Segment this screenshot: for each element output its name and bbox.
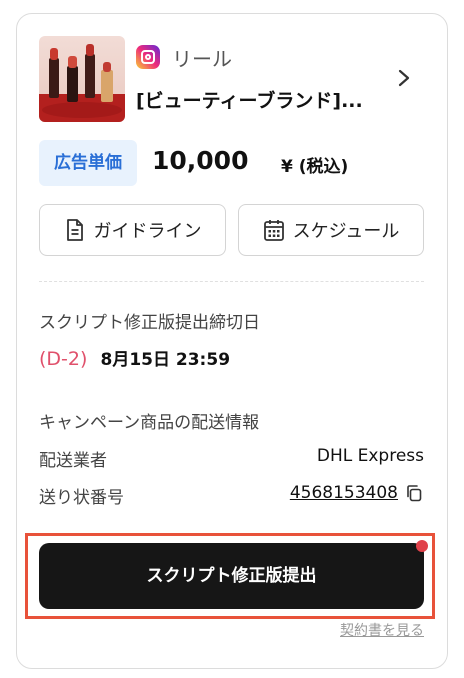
carrier-row: 配送業者 DHL Express	[39, 446, 424, 471]
tracking-key: 送り状番号	[39, 488, 124, 508]
copy-icon[interactable]	[404, 483, 424, 503]
shipping-section-label: キャンペーン商品の配送情報	[39, 413, 260, 433]
deadline-label: スクリプト修正版提出締切日	[39, 313, 260, 333]
schedule-label: スケジュール	[292, 221, 400, 242]
carrier-value: DHL Express	[316, 446, 424, 466]
price-value: 10,000	[152, 146, 249, 175]
tracking-number-link[interactable]: 4568153408	[290, 483, 398, 503]
notification-dot	[416, 540, 428, 552]
deadline-countdown: (D-2)	[39, 348, 88, 370]
guideline-button[interactable]: ガイドライン	[39, 204, 226, 256]
calendar-icon	[263, 220, 284, 241]
tracking-group: 4568153408	[290, 483, 424, 503]
deadline-date: 8月15日 23:59	[100, 350, 231, 370]
view-contract-link[interactable]: 契約書を見る	[340, 620, 424, 640]
campaign-thumbnail	[39, 36, 125, 122]
platform-label: リール	[172, 47, 232, 71]
deadline-row: (D-2) 8月15日 23:59	[39, 345, 230, 370]
carrier-key: 配送業者	[39, 451, 107, 471]
chevron-right-icon[interactable]	[394, 66, 414, 90]
price-badge: 広告単価	[39, 140, 137, 186]
campaign-title: [ビューティーブランド]...	[136, 90, 363, 112]
divider	[39, 281, 424, 282]
schedule-button[interactable]: スケジュール	[238, 204, 424, 256]
campaign-header[interactable]: リール [ビューティーブランド]...	[39, 36, 424, 122]
tracking-row: 送り状番号 4568153408	[39, 483, 424, 508]
instagram-icon	[136, 45, 160, 69]
document-icon	[66, 219, 83, 241]
guideline-label: ガイドライン	[93, 221, 202, 242]
submit-script-button[interactable]: スクリプト修正版提出	[39, 543, 424, 609]
price-unit: ¥ (税込)	[281, 157, 349, 177]
